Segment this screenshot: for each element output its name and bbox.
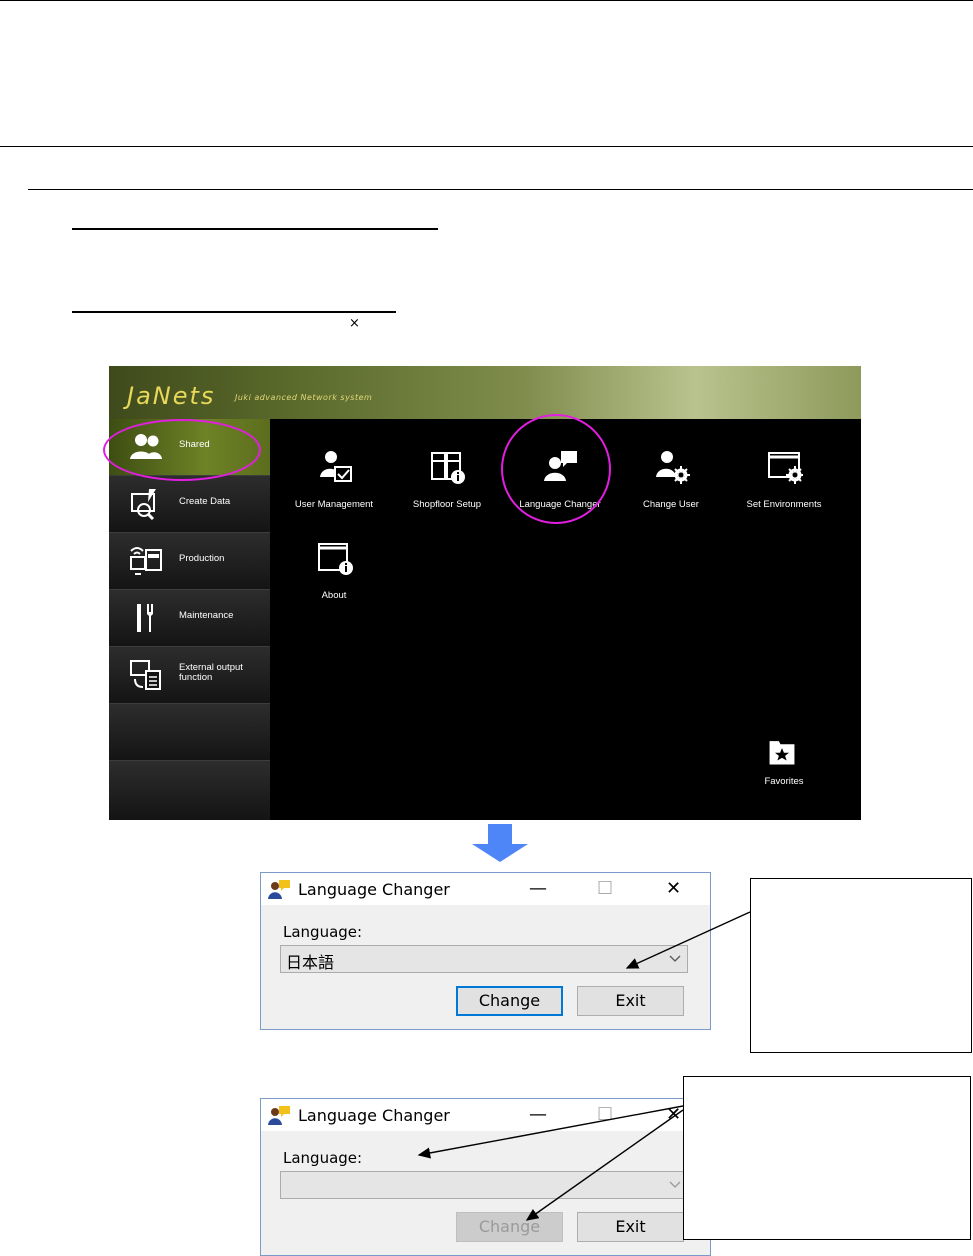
callout-arrows [417,911,751,1221]
